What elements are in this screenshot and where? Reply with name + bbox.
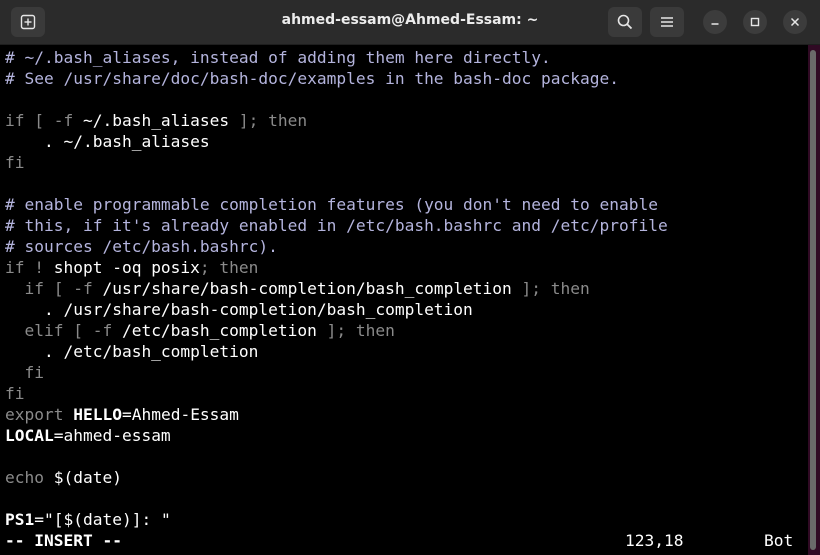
code-line: # enable programmable completion feature…: [5, 194, 658, 215]
code-token: . /usr/share/bash-completion/bash_comple…: [5, 300, 473, 319]
code-line: # this, if it's already enabled in /etc/…: [5, 215, 668, 236]
code-line: . ~/.bash_aliases: [5, 131, 210, 152]
code-line: fi: [5, 362, 44, 383]
code-line: LOCAL=ahmed-essam: [5, 425, 171, 446]
code-token: fi: [5, 153, 25, 172]
code-line: fi: [5, 152, 25, 173]
code-line: elif [ -f /etc/bash_completion ]; then: [5, 320, 395, 341]
code-line: . /usr/share/bash-completion/bash_comple…: [5, 299, 473, 320]
minimize-icon: [711, 23, 719, 25]
code-token: ="[$(date)]: ": [34, 510, 171, 529]
code-token: elif [ -f: [5, 321, 122, 340]
code-token: # this, if it's already enabled in /etc/…: [5, 216, 668, 235]
code-line: PS1="[$(date)]: ": [5, 509, 171, 530]
code-line: # ~/.bash_aliases, instead of adding the…: [5, 47, 551, 68]
code-token: ; then: [199, 258, 259, 277]
minimize-button[interactable]: [703, 10, 727, 34]
code-token: shopt -oq posix: [53, 258, 200, 277]
code-token: # enable programmable completion feature…: [5, 195, 658, 214]
code-token: /etc/bash_completion: [121, 321, 317, 340]
code-line: fi: [5, 383, 25, 404]
code-token: echo: [5, 468, 54, 487]
code-line: if ! shopt -oq posix; then: [5, 257, 258, 278]
menu-button[interactable]: [650, 7, 684, 37]
code-token: /usr/share/bash-completion/bash_completi…: [102, 279, 512, 298]
vim-mode-indicator: -- INSERT --: [5, 531, 122, 550]
code-line: if [ -f /usr/share/bash-completion/bash_…: [5, 278, 590, 299]
code-token: if [ -f: [5, 111, 83, 130]
maximize-icon: [750, 17, 760, 27]
code-token: fi: [5, 363, 44, 382]
code-line: # sources /etc/bash.bashrc).: [5, 236, 278, 257]
search-button[interactable]: [608, 7, 642, 37]
code-line: export HELLO=Ahmed-Essam: [5, 404, 239, 425]
code-line: echo $(date): [5, 467, 122, 488]
scroll-position: Bot: [764, 531, 794, 550]
code-token: PS1: [5, 510, 35, 529]
code-token: ]; then: [229, 111, 308, 130]
maximize-button[interactable]: [743, 10, 767, 34]
code-token: fi: [5, 384, 25, 403]
code-line: if [ -f ~/.bash_aliases ]; then: [5, 110, 307, 131]
code-token: . /etc/bash_completion: [5, 342, 259, 361]
code-token: =ahmed-essam: [53, 426, 171, 445]
code-line: # See /usr/share/doc/bash-doc/examples i…: [5, 68, 619, 89]
hamburger-menu-icon: [661, 17, 673, 27]
code-token: if !: [5, 258, 54, 277]
code-token: if [ -f: [5, 279, 103, 298]
code-token: ~/.bash_aliases: [82, 111, 230, 130]
code-token: # ~/.bash_aliases, instead of adding the…: [5, 48, 551, 67]
search-icon: [617, 14, 633, 30]
close-button[interactable]: [783, 10, 807, 34]
code-line: . /etc/bash_completion: [5, 341, 258, 362]
cursor-position: 123,18: [625, 531, 684, 550]
code-token: HELLO: [73, 405, 122, 424]
code-token: ]; then: [511, 279, 590, 298]
code-token: . ~/.bash_aliases: [5, 132, 210, 151]
code-token: LOCAL: [5, 426, 54, 445]
terminal-scrollbar[interactable]: [810, 50, 816, 550]
title-bar: ahmed-essam@Ahmed-Essam: ~: [0, 0, 820, 45]
close-icon: [790, 17, 800, 27]
code-token: # See /usr/share/doc/bash-doc/examples i…: [5, 69, 619, 88]
window-title: ahmed-essam@Ahmed-Essam: ~: [281, 12, 539, 28]
code-token: # sources /etc/bash.bashrc).: [5, 237, 278, 256]
code-token: $(date): [53, 468, 122, 487]
code-token: export: [5, 405, 74, 424]
code-token: ]; then: [316, 321, 395, 340]
code-token: =Ahmed-Essam: [121, 405, 239, 424]
